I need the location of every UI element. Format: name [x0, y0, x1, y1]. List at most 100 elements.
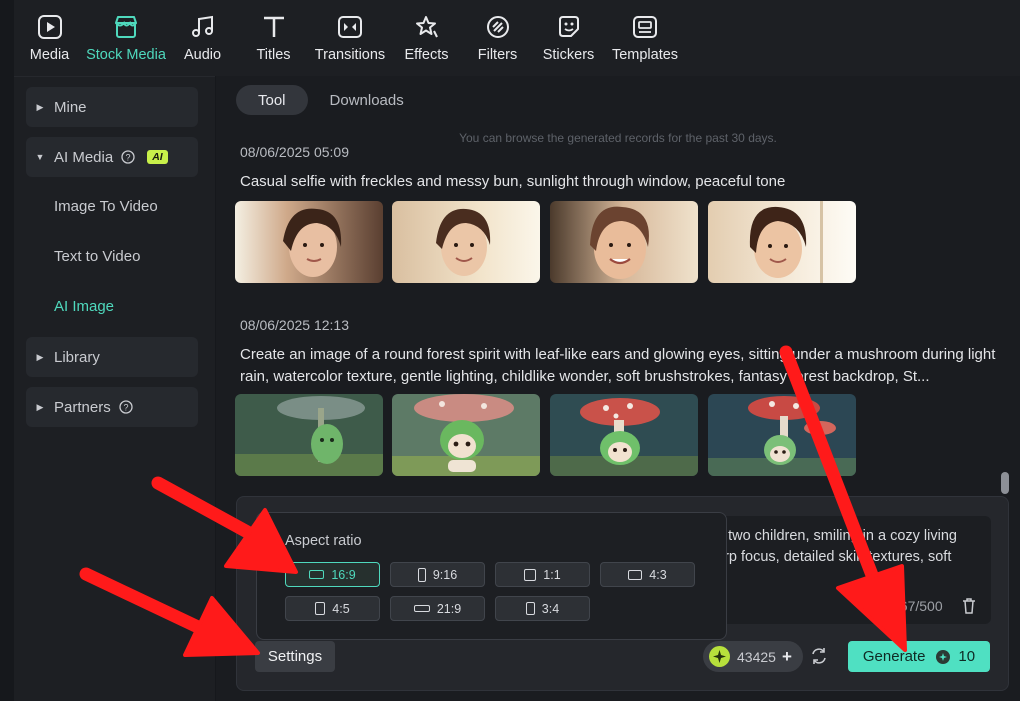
generate-cost: 10: [958, 648, 976, 665]
toolbar-stock-media-label: Stock Media: [86, 47, 166, 63]
tab-tool[interactable]: Tool: [236, 85, 308, 115]
top-toolbar: Media Stock Media Audio Titles Transitio…: [14, 0, 1020, 76]
generated-image-thumbnail[interactable]: [550, 394, 698, 476]
generated-image-thumbnail[interactable]: [392, 394, 540, 476]
toolbar-filters[interactable]: Filters: [462, 0, 533, 76]
trash-icon[interactable]: [962, 598, 976, 619]
aspect-ratio-label: 1:1: [543, 567, 561, 582]
sticker-icon: [558, 16, 579, 37]
tab-downloads[interactable]: Downloads: [308, 85, 426, 115]
aspect-ratio-1-1[interactable]: 1:1: [495, 562, 590, 587]
aspect-ratio-label: 4:5: [332, 601, 350, 616]
square-ratio-icon: [524, 568, 537, 581]
generated-image-thumbnail[interactable]: [550, 201, 698, 283]
record-prompt: Casual selfie with freckles and messy bu…: [240, 173, 786, 190]
aspect-ratio-label: 9:16: [432, 567, 458, 582]
toolbar-stock-media[interactable]: Stock Media: [85, 0, 167, 76]
sidebar-item-image-to-video[interactable]: Image To Video: [54, 198, 158, 215]
toolbar-titles-label: Titles: [256, 47, 291, 63]
effects-icon: [415, 16, 438, 38]
portrait-ratio-icon: [417, 567, 426, 582]
generated-image-thumbnail[interactable]: [708, 394, 856, 476]
portrait-ratio-icon: [525, 602, 535, 615]
prompt-input-text[interactable]: d two children, smiling in a cozy living…: [716, 526, 978, 570]
record-prompt: Create an image of a round forest spirit…: [240, 346, 996, 385]
chevron-right-icon: ▶: [36, 101, 44, 112]
sidebar-item-partners[interactable]: ▶ Partners ?: [26, 387, 198, 427]
sidebar-item-ai-image[interactable]: AI Image: [54, 298, 114, 315]
toolbar-transitions[interactable]: Transitions: [309, 0, 391, 76]
sidebar-item-mine[interactable]: ▶ Mine: [26, 87, 198, 127]
sidebar-item-text-to-video[interactable]: Text to Video: [54, 248, 140, 265]
sidebar-item-library[interactable]: ▶ Library: [26, 337, 198, 377]
transition-icon: [338, 16, 362, 38]
aspect-ratio-3-4[interactable]: 3:4: [495, 596, 590, 621]
sidebar-item-label: Partners: [54, 398, 111, 416]
portrait-ratio-icon: [315, 602, 326, 615]
svg-text:?: ?: [123, 403, 128, 413]
toolbar-filters-label: Filters: [477, 47, 518, 63]
generated-image-thumbnail[interactable]: [235, 201, 383, 283]
aspect-ratio-label: 16:9: [331, 567, 356, 582]
stock-media-icon: [115, 16, 137, 38]
chevron-right-icon: ▶: [36, 351, 44, 362]
toolbar-templates-label: Templates: [611, 47, 679, 63]
aspect-ratio-16-9[interactable]: 16:9: [285, 562, 380, 587]
ai-badge: AI: [147, 150, 168, 164]
aspect-ratio-4-3[interactable]: 4:3: [600, 562, 695, 587]
sidebar-item-label: Library: [54, 348, 100, 366]
settings-button[interactable]: Settings: [255, 641, 335, 672]
aspect-ratio-9-16[interactable]: 9:16: [390, 562, 485, 587]
template-icon: [633, 16, 657, 38]
add-credits-icon[interactable]: +: [782, 647, 792, 667]
credits-value: 43425: [737, 648, 776, 665]
toolbar-audio-label: Audio: [183, 47, 222, 63]
credits-balance[interactable]: 43425 +: [703, 641, 803, 672]
credit-coin-icon: [936, 649, 951, 664]
toolbar-transitions-label: Transitions: [314, 47, 386, 63]
credit-coin-icon: [709, 646, 730, 667]
record-date: 08/06/2025 12:13: [240, 317, 349, 333]
toolbar-audio[interactable]: Audio: [167, 0, 238, 76]
music-note-icon: [191, 15, 213, 37]
generate-button[interactable]: Generate 10: [848, 641, 990, 672]
chevron-down-icon: ▼: [35, 152, 45, 162]
toolbar-media-label: Media: [29, 47, 70, 63]
sidebar-item-label: AI Media: [54, 148, 114, 166]
records-info: You can browse the generated records for…: [459, 131, 777, 145]
aspect-ratio-21-9[interactable]: 21:9: [390, 596, 485, 621]
scrollbar-thumb[interactable]: [1001, 472, 1009, 494]
toolbar-media[interactable]: Media: [14, 0, 85, 76]
generated-image-thumbnail[interactable]: [235, 394, 383, 476]
sidebar-item-ai-media[interactable]: ▼ AI Media ? AI: [26, 137, 198, 177]
landscape-ratio-icon: [628, 569, 643, 580]
text-t-icon: [263, 16, 284, 37]
toolbar-effects-label: Effects: [404, 47, 449, 63]
generated-image-thumbnail[interactable]: [392, 201, 540, 283]
aspect-ratio-title: Aspect ratio: [285, 533, 362, 549]
sidebar: ▶ Mine ▼ AI Media ? AI Image To Video Te…: [14, 76, 215, 701]
record-date: 08/06/2025 05:09: [240, 144, 349, 160]
help-icon[interactable]: ?: [121, 150, 135, 164]
media-icon: [37, 15, 62, 39]
tab-bar: Tool Downloads: [236, 85, 426, 115]
landscape-ratio-icon: [309, 570, 325, 579]
sidebar-item-label: Mine: [54, 98, 87, 116]
generate-label: Generate: [862, 648, 926, 665]
aspect-ratio-label: 21:9: [436, 601, 462, 616]
chevron-right-icon: ▶: [36, 401, 44, 412]
toolbar-stickers-label: Stickers: [542, 47, 595, 63]
generated-image-thumbnail[interactable]: [708, 201, 856, 283]
character-counter: 267/500: [892, 598, 943, 614]
help-icon[interactable]: ?: [119, 400, 133, 414]
svg-text:?: ?: [126, 153, 131, 163]
aspect-ratio-4-5[interactable]: 4:5: [285, 596, 380, 621]
aspect-ratio-label: 4:3: [649, 567, 667, 582]
filter-icon: [486, 16, 509, 38]
toolbar-templates[interactable]: Templates: [604, 0, 686, 76]
toolbar-effects[interactable]: Effects: [391, 0, 462, 76]
aspect-ratio-label: 3:4: [541, 601, 560, 616]
toolbar-stickers[interactable]: Stickers: [533, 0, 604, 76]
toolbar-titles[interactable]: Titles: [238, 0, 309, 76]
refresh-icon[interactable]: [810, 646, 828, 671]
